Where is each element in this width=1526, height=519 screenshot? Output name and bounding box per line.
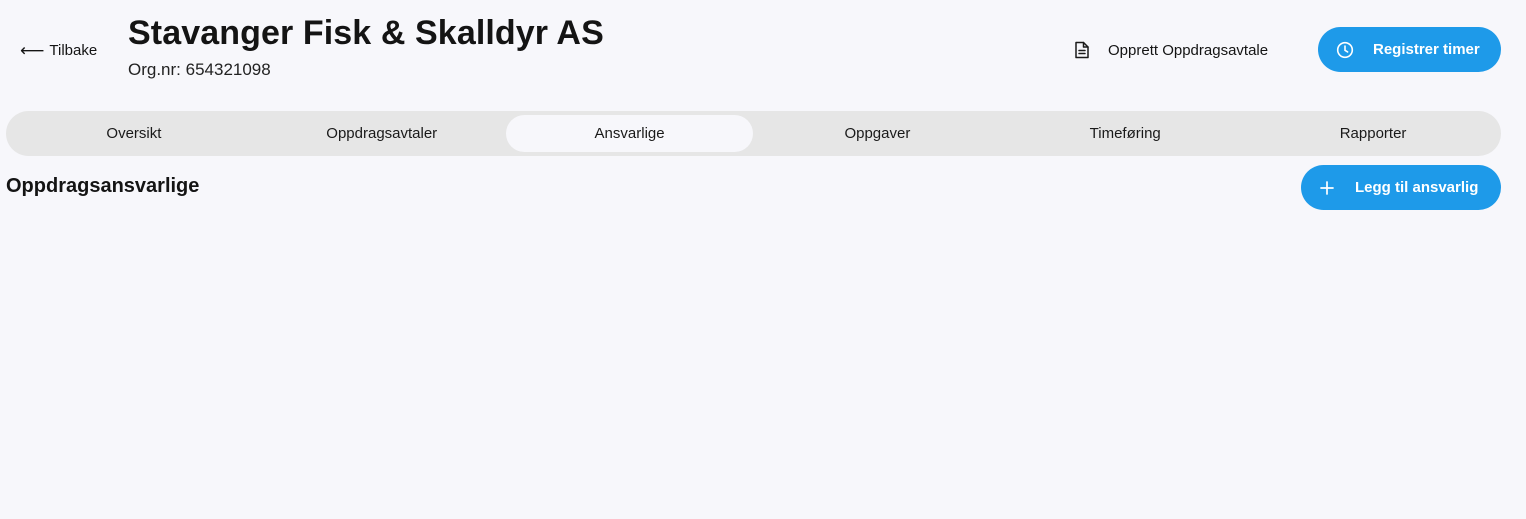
page-title: Stavanger Fisk & Skalldyr AS	[128, 14, 604, 52]
org-number: Org.nr: 654321098	[128, 60, 271, 79]
arrow-left-icon: ⟵	[20, 40, 45, 60]
tab-label: Ansvarlige	[594, 125, 665, 142]
tab-label: Rapporter	[1339, 125, 1407, 142]
section-title: Oppdragsansvarlige	[6, 175, 200, 197]
page: ⟵ Tilbake Stavanger Fisk & Skalldyr AS O…	[0, 0, 1526, 519]
tab-label: Timeføring	[1089, 125, 1161, 142]
clock-icon	[1336, 41, 1354, 59]
tab-label: Oppdragsavtaler	[326, 125, 438, 142]
back-label: Tilbake	[49, 41, 98, 59]
tab-label: Oppgaver	[844, 125, 911, 142]
tab-ansvarlige[interactable]: Ansvarlige	[505, 115, 754, 152]
plus-icon	[1320, 180, 1334, 195]
create-agreement-label: Opprett Oppdragsavtale	[1108, 41, 1269, 59]
tab-oppgaver[interactable]: Oppgaver	[753, 115, 1001, 152]
create-agreement-button[interactable]: Opprett Oppdragsavtale	[1064, 30, 1278, 70]
tab-bar: Oversikt Oppdragsavtaler Ansvarlige Oppg…	[6, 111, 1501, 156]
add-responsible-button[interactable]: Legg til ansvarlig	[1301, 165, 1501, 210]
add-responsible-label: Legg til ansvarlig	[1355, 179, 1479, 196]
register-hours-button[interactable]: Registrer timer	[1318, 27, 1501, 72]
tab-oversikt[interactable]: Oversikt	[10, 115, 258, 152]
tab-oppdragsavtaler[interactable]: Oppdragsavtaler	[258, 115, 506, 152]
tab-rapporter[interactable]: Rapporter	[1249, 115, 1497, 152]
tab-timeforing[interactable]: Timeføring	[1001, 115, 1249, 152]
register-hours-label: Registrer timer	[1373, 41, 1480, 58]
document-icon	[1074, 41, 1090, 59]
back-link[interactable]: ⟵ Tilbake	[20, 39, 97, 61]
tab-label: Oversikt	[106, 125, 162, 142]
